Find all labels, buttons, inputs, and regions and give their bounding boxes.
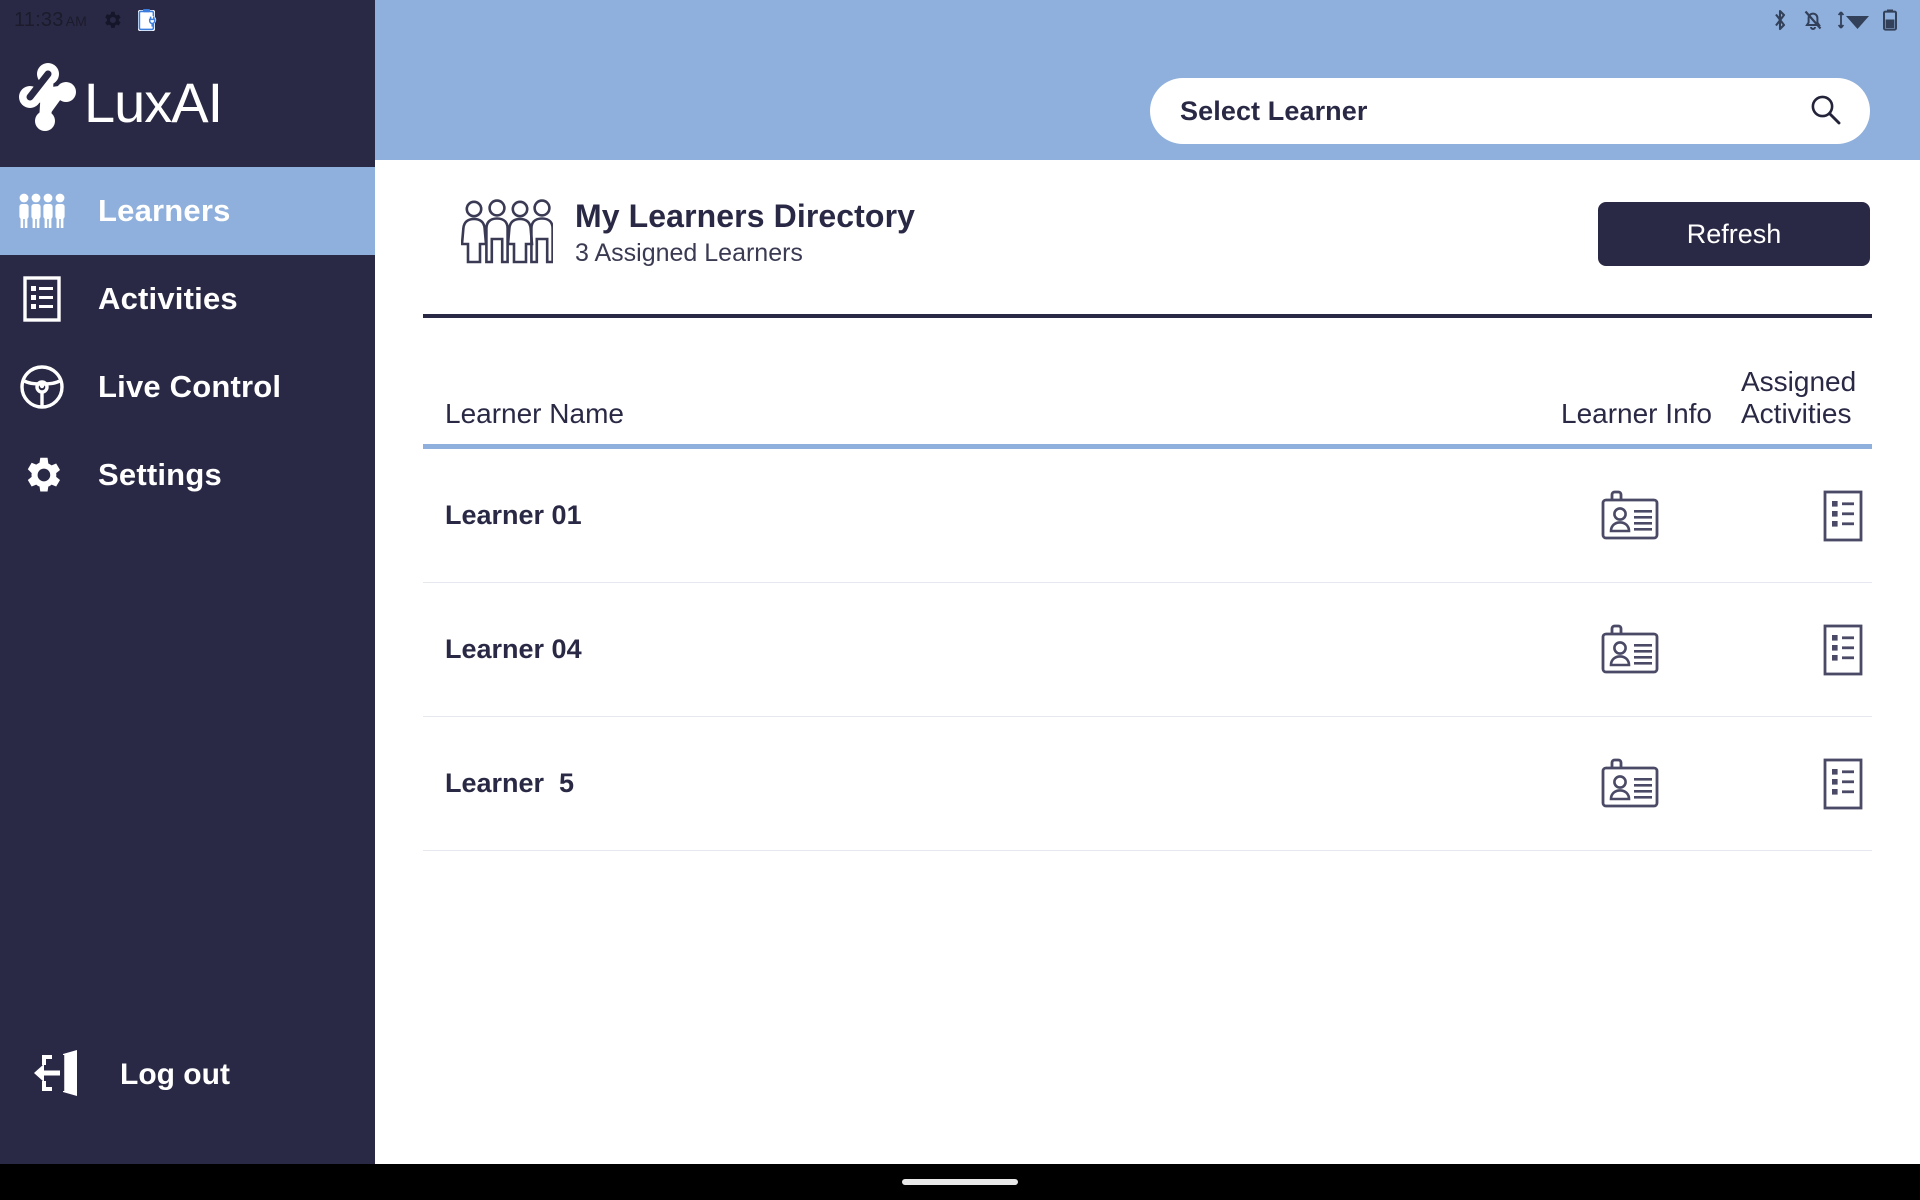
id-badge-icon[interactable] [1601,490,1659,542]
sidebar-item-label: Activities [98,281,238,316]
notifications-muted-icon [1802,8,1824,37]
sidebar-nav: Learners Activities Live Control Setting… [0,167,375,519]
table-row[interactable]: Learner 5 [423,717,1872,851]
table-row[interactable]: Learner 04 [423,583,1872,717]
gear-icon [101,9,123,31]
search-icon[interactable] [1808,92,1842,131]
group-people-icon [14,192,70,230]
directory-texts: My Learners Directory 3 Assigned Learner… [575,198,915,269]
table-header-row: Learner Name Learner Info Assigned Activ… [423,366,1872,430]
learner-name: Learner 04 [445,634,582,664]
sidebar-item-activities[interactable]: Activities [0,255,375,343]
learners-table: Learner Name Learner Info Assigned Activ… [423,366,1872,851]
header-divider [423,314,1872,318]
status-bar-clock: 11:33 AM [14,8,87,31]
learner-name: Learner 5 [445,768,575,798]
clipboard-device-icon [137,8,159,32]
sidebar: 11:33 AM LuxAI Learners Activities Live … [0,0,375,1164]
sidebar-item-label: Settings [98,457,222,492]
sidebar-item-settings[interactable]: Settings [0,431,375,519]
column-header-assigned-activities: Assigned Activities [1741,366,1857,429]
checklist-icon[interactable] [1823,490,1863,542]
learner-info-cell [1601,758,1659,810]
checklist-icon[interactable] [1823,758,1863,810]
sidebar-item-live-control[interactable]: Live Control [0,343,375,431]
logout-label: Log out [120,1058,230,1091]
luxai-molecule-logo [18,61,80,144]
checklist-icon [14,276,70,322]
top-bar: Select Learner [375,0,1920,160]
four-people-group-icon [460,198,554,270]
learner-name: Learner 01 [445,500,582,530]
learner-info-cell [1601,624,1659,676]
steering-wheel-icon [14,364,70,410]
refresh-button[interactable]: Refresh [1598,202,1870,266]
brand-name: LuxAI [84,70,223,134]
bluetooth-icon [1770,8,1790,37]
home-gesture-pill[interactable] [902,1179,1018,1185]
sidebar-item-learners[interactable]: Learners [0,167,375,255]
gear-icon [14,452,70,498]
sidebar-item-label: Learners [98,193,231,228]
select-learner-search[interactable]: Select Learner [1150,78,1870,144]
checklist-icon[interactable] [1823,624,1863,676]
sidebar-item-label: Live Control [98,369,282,404]
status-bar-right [1770,8,1898,37]
directory-header: My Learners Directory 3 Assigned Learner… [423,160,1872,308]
app-root: 11:33 AM LuxAI Learners Activities Live … [0,0,1920,1200]
assigned-activities-cell [1823,758,1863,810]
assigned-activities-cell [1823,490,1863,542]
brand-logo: LuxAI [0,40,375,165]
logout-button[interactable]: Log out [0,1032,375,1118]
table-row[interactable]: Learner 01 [423,449,1872,583]
system-navigation-bar [0,1164,1920,1200]
column-header-learner-info: Learner Info [1561,398,1712,429]
assigned-learners-count: 3 Assigned Learners [575,239,803,268]
page-title: My Learners Directory [575,198,916,235]
learner-info-cell [1601,490,1659,542]
main-content: My Learners Directory 3 Assigned Learner… [375,160,1920,1164]
status-bar-left: 11:33 AM [0,0,375,40]
id-badge-icon[interactable] [1601,624,1659,676]
assigned-activities-cell [1823,624,1863,676]
battery-icon [1882,8,1898,37]
logout-door-icon [30,1046,84,1105]
id-badge-icon[interactable] [1601,758,1659,810]
column-header-learner-name: Learner Name [445,398,624,429]
wifi-icon [1836,8,1870,37]
search-input[interactable]: Select Learner [1180,96,1808,127]
